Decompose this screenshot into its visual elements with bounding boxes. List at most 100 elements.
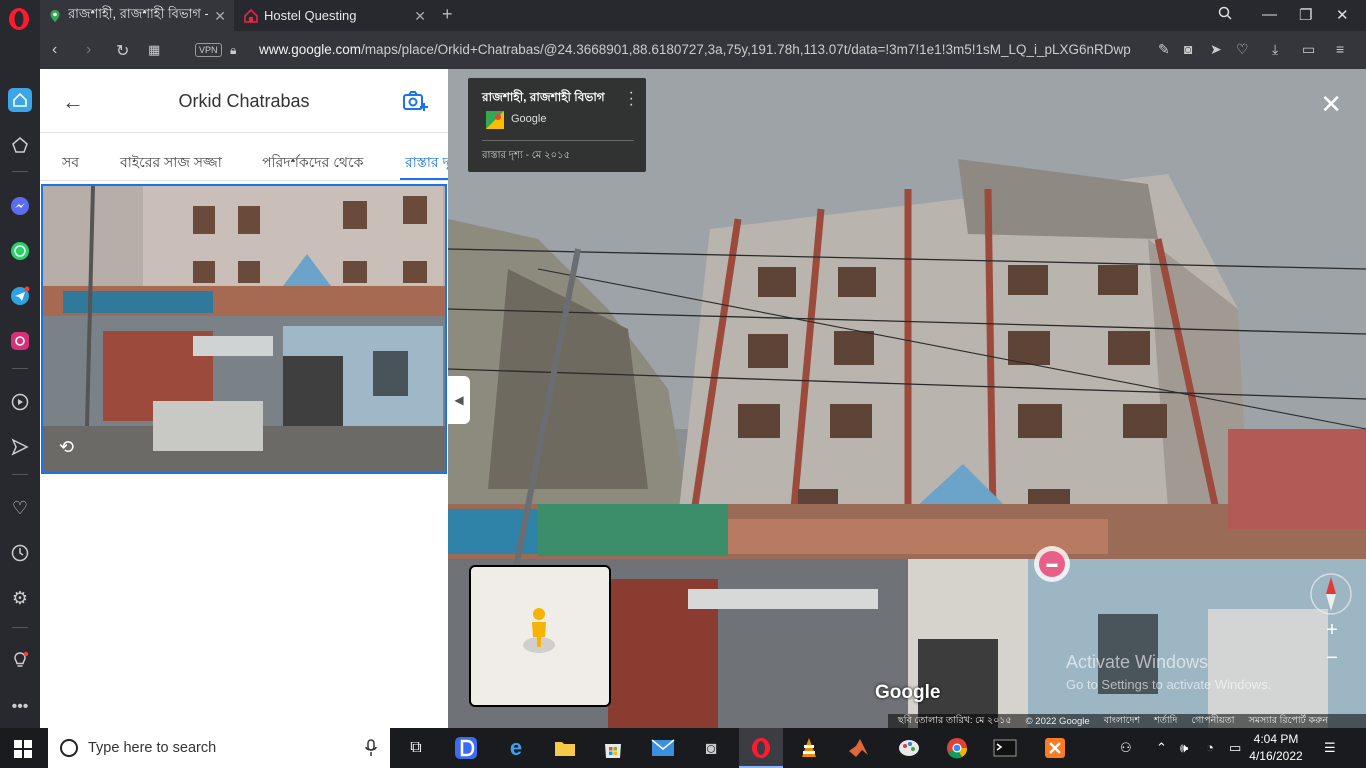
maximize-icon[interactable]: ❐ <box>1299 6 1312 24</box>
address-bar: ‹ › ↻ ▦ VPN 🔒︎ www.google.com/maps/place… <box>40 31 1366 69</box>
more-icon[interactable]: ••• <box>8 695 32 719</box>
divider <box>12 474 28 475</box>
vlc-icon[interactable] <box>796 735 822 761</box>
wifi-icon[interactable]: ◔ <box>1206 740 1214 755</box>
lock-icon[interactable]: 🔒︎ <box>230 43 236 58</box>
camera-icon[interactable]: ◙ <box>1184 41 1192 57</box>
send-icon[interactable] <box>8 435 32 459</box>
back-icon[interactable]: ‹ <box>52 41 57 59</box>
camera-app-icon[interactable]: ◙ <box>698 735 724 761</box>
reload-icon[interactable]: ↻ <box>116 41 129 61</box>
zoom-out-button[interactable]: − <box>1318 647 1346 673</box>
close-street-view-icon[interactable]: ✕ <box>1320 89 1342 120</box>
panel-header: ← Orkid Chatrabas <box>40 69 448 133</box>
tab-title: রাজশাহী, রাজশাহী বিভাগ - <box>68 6 208 21</box>
close-tab-icon[interactable]: ✕ <box>414 8 426 25</box>
360-view-icon: ⟲ <box>59 437 75 457</box>
download-icon[interactable]: ⤓ <box>1272 41 1278 58</box>
instagram-icon[interactable] <box>8 329 32 353</box>
heart-icon[interactable]: ♡ <box>1236 41 1249 58</box>
url-path: /maps/place/Orkid+Chatrabas/@24.3668901,… <box>361 42 1131 57</box>
tab-rajshahi[interactable]: রাজশাহী, রাজশাহী বিভাগ - ✕ <box>40 0 234 31</box>
map-footer: ছবি তোলার তারিখ: মে ২০১৫ © 2022 Google ব… <box>888 714 1366 728</box>
file-explorer-icon[interactable] <box>552 735 578 761</box>
whatsapp-icon[interactable] <box>8 239 32 263</box>
footer-report[interactable]: সমস্যার রিপোর্ট করুন <box>1248 714 1328 729</box>
cortana-icon <box>60 739 78 757</box>
street-view[interactable]: রাজশাহী, রাজশাহী বিভাগ · · · Google রাস্তা… <box>448 69 1366 728</box>
vpn-badge[interactable]: VPN <box>195 43 222 57</box>
mini-map[interactable] <box>469 565 611 707</box>
store-icon[interactable] <box>600 735 626 761</box>
close-window-icon[interactable]: ✕ <box>1336 6 1349 24</box>
settings-icon[interactable]: ⚙ <box>8 586 32 610</box>
tab-by-visitors[interactable]: পরিদর্শকদের থেকে <box>262 151 363 175</box>
player-icon[interactable] <box>8 390 32 414</box>
volume-icon[interactable]: 🕪︎ <box>1180 740 1188 756</box>
flow-icon[interactable] <box>8 133 32 157</box>
forward-icon[interactable]: › <box>86 41 91 59</box>
people-icon[interactable]: ⚇ <box>1120 740 1132 756</box>
history-icon[interactable] <box>8 541 32 565</box>
tab-hostel-questing[interactable]: Hostel Questing ✕ <box>236 0 434 31</box>
search-placeholder: Type here to search <box>88 740 217 756</box>
battery-icon[interactable]: ▭ <box>1302 41 1315 58</box>
app-d-icon[interactable] <box>453 735 479 761</box>
browser-tabbar: রাজশাহী, রাজশাহী বিভাগ - ✕ Hostel Questi… <box>0 0 1366 31</box>
messenger-icon[interactable] <box>8 194 32 218</box>
more-options-icon[interactable]: · · · <box>629 85 634 113</box>
search-tabs-icon[interactable] <box>1218 6 1232 24</box>
easy-setup-icon[interactable]: ≡ <box>1336 41 1344 57</box>
thumbnail-image <box>43 186 445 472</box>
add-photo-icon[interactable] <box>402 89 428 118</box>
send-icon[interactable]: ➤ <box>1210 41 1222 58</box>
compass-icon[interactable] <box>1306 569 1356 619</box>
url-field[interactable]: www.google.com/maps/place/Orkid+Chatraba… <box>259 42 1131 57</box>
place-photos-panel: ← Orkid Chatrabas সব বাইরের সাজ সজ্জা পর… <box>40 69 448 728</box>
footer-privacy[interactable]: গোপনীয়তা <box>1191 714 1234 729</box>
maps-pin-icon <box>48 9 62 23</box>
opera-taskbar-icon[interactable] <box>748 735 774 761</box>
divider <box>12 368 28 369</box>
divider <box>482 140 634 141</box>
show-hidden-icons[interactable]: ⌃ <box>1156 740 1167 756</box>
zoom-in-button[interactable]: + <box>1318 619 1346 645</box>
mail-icon[interactable] <box>650 735 676 761</box>
activate-windows-title: Activate Windows <box>1066 652 1209 672</box>
notifications-icon[interactable]: ☰ <box>1324 740 1336 756</box>
speed-dial-icon[interactable]: ▦ <box>148 42 160 58</box>
chrome-icon[interactable] <box>944 735 970 761</box>
battery-tray-icon[interactable]: ▭ <box>1229 740 1241 756</box>
task-view-icon[interactable]: ⧉ <box>403 735 429 761</box>
pegman-icon[interactable] <box>519 605 559 655</box>
street-view-thumbnail[interactable]: ⟲ <box>41 184 447 474</box>
collapse-panel-button[interactable]: ◀ <box>448 376 470 424</box>
home-icon[interactable] <box>8 88 32 112</box>
xampp-icon[interactable] <box>1042 735 1068 761</box>
tab-exterior[interactable]: বাইরের সাজ সজ্জা <box>120 151 222 175</box>
location-info-card: রাজশাহী, রাজশাহী বিভাগ · · · Google রাস্তা… <box>468 78 646 172</box>
windows-start-icon[interactable] <box>14 740 32 758</box>
hotel-pin[interactable]: ▬ <box>1034 546 1070 582</box>
tab-all[interactable]: সব <box>62 151 79 175</box>
system-clock[interactable]: 4:04 PM 4/16/2022 <box>1246 731 1306 765</box>
paint-icon[interactable] <box>896 735 922 761</box>
location-name: রাজশাহী, রাজশাহী বিভাগ <box>482 90 605 104</box>
terminal-icon[interactable] <box>992 735 1018 761</box>
opera-logo-icon[interactable] <box>6 6 32 32</box>
taskbar-search[interactable]: Type here to search <box>48 728 390 768</box>
tab-street-view[interactable]: রাস্তার দৃ <box>405 151 448 175</box>
google-maps-icon <box>486 111 504 129</box>
matlab-icon[interactable] <box>846 735 872 761</box>
heart-icon[interactable]: ♡ <box>8 496 32 520</box>
footer-terms[interactable]: শর্তাদি <box>1154 714 1177 729</box>
edit-icon[interactable]: ✎ <box>1158 41 1170 58</box>
footer-region[interactable]: বাংলাদেশ <box>1104 714 1140 729</box>
close-tab-icon[interactable]: ✕ <box>214 8 226 25</box>
minimize-icon[interactable]: — <box>1262 6 1277 23</box>
microphone-icon[interactable] <box>364 739 378 757</box>
telegram-icon[interactable] <box>8 284 32 308</box>
new-tab-icon[interactable]: + <box>442 4 453 25</box>
lightbulb-icon[interactable] <box>8 648 32 672</box>
edge-icon[interactable]: e <box>503 735 529 761</box>
